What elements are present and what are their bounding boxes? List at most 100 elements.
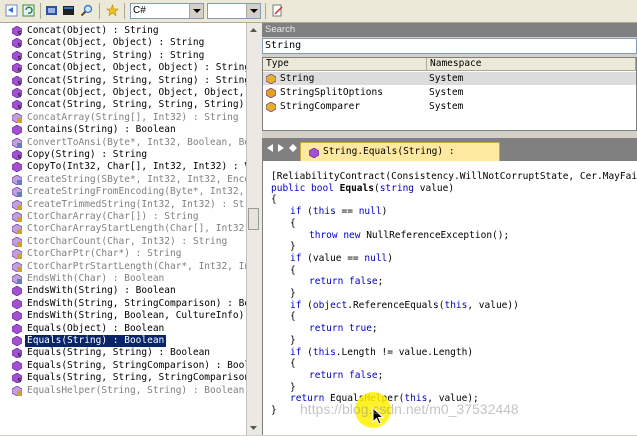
pin-icon[interactable] xyxy=(289,144,297,152)
tab-string-equals[interactable]: String.Equals(String) : Boolean xyxy=(300,142,500,175)
result-type: String xyxy=(280,73,315,84)
method-private-icon xyxy=(11,385,23,396)
code-line: } xyxy=(271,405,277,417)
method-icon xyxy=(11,335,23,347)
code-line: } xyxy=(290,335,296,347)
tree-item[interactable]: S Concat(Object, Object, Object, Object, … xyxy=(0,87,246,100)
tree-item[interactable]: S Concat(Object) : String xyxy=(0,25,246,38)
code-token: Equals xyxy=(339,182,374,194)
chevron-down-icon[interactable] xyxy=(189,4,203,18)
result-row[interactable]: StringComparer System xyxy=(263,100,636,113)
code-token: public bool xyxy=(271,182,340,194)
code-token: ; xyxy=(377,369,384,381)
tree-item[interactable]: CtorCharPtrStartLength(Char*, Int32, Int… xyxy=(0,261,246,273)
code-token: string xyxy=(379,182,415,194)
member-tree[interactable]: S Concat(Object) : String S Concat(Object, … xyxy=(0,23,247,435)
edit-icon[interactable] xyxy=(270,3,285,18)
code-token: return false xyxy=(309,369,378,381)
result-row[interactable]: StringSplitOptions System xyxy=(263,86,636,99)
tree-item[interactable]: CtorCharPtr(Char*) : String xyxy=(0,248,246,260)
tree-item[interactable]: EndsWith(String) : Boolean xyxy=(0,285,246,297)
tree-item[interactable]: Equals(Object) : Boolean xyxy=(0,323,246,335)
method-private-icon xyxy=(11,224,23,235)
tree-item-label: CtorCharPtrStartLength(Char*, Int32, Int… xyxy=(27,260,246,272)
method-static-icon: S xyxy=(11,87,23,100)
tree-item-label: Concat(Object, Object) : String xyxy=(27,37,205,49)
svg-text:S: S xyxy=(18,31,22,37)
star-icon[interactable] xyxy=(105,3,120,18)
svg-text:S: S xyxy=(18,105,22,111)
tree-item[interactable]: S Concat(String, String) : String xyxy=(0,50,246,62)
enum-icon xyxy=(265,87,277,99)
method-internal-icon xyxy=(11,273,23,285)
framework-select[interactable] xyxy=(207,3,261,19)
tree-item[interactable]: CopyTo(Int32, Char[], Int32, Int32) : Vo… xyxy=(0,161,246,173)
code-token: return true xyxy=(309,323,372,335)
language-select-value: C# xyxy=(133,5,146,16)
tree-item[interactable]: CtorCharArrayStartLength(Char[], Int32, … xyxy=(0,223,246,235)
assembly-icon[interactable] xyxy=(44,3,59,18)
tree-item-label: EqualsHelper(String, String) : Boolean xyxy=(27,384,245,396)
refresh-icon[interactable] xyxy=(21,3,36,18)
tree-item[interactable]: S Concat(Object, Object, Object) : String xyxy=(0,62,246,75)
tree-item[interactable]: CtorCharCount(Char, Int32) : String xyxy=(0,236,246,248)
tree-item[interactable]: EndsWith(String, StringComparison) : Boo… xyxy=(0,298,246,310)
tree-item[interactable]: S Copy(String) : String xyxy=(0,149,246,162)
code-token: if xyxy=(290,206,302,218)
tree-item[interactable]: CreateStringFromEncoding(Byte*, Int32, E… xyxy=(0,186,246,198)
method-static-icon: S xyxy=(11,100,23,112)
tree-item[interactable]: EndsWith(Char) : Boolean xyxy=(0,273,246,285)
tree-item-label: Copy(String) : String xyxy=(27,149,148,160)
search-input[interactable]: String xyxy=(262,38,637,54)
code-line: if (value == null) xyxy=(290,253,393,265)
back-icon[interactable] xyxy=(4,3,19,18)
terminal-icon[interactable] xyxy=(61,3,76,18)
code-token: value) xyxy=(414,182,455,194)
tree-item-label: EndsWith(String) : Boolean xyxy=(27,285,176,297)
tree-scroll-thumb[interactable] xyxy=(248,208,259,230)
method-private-icon xyxy=(11,261,23,272)
chevron-down-icon[interactable] xyxy=(246,4,260,18)
code-editor[interactable]: [ReliabilityContract(Consistency.WillNot… xyxy=(262,161,637,435)
method-private-icon xyxy=(11,236,23,248)
result-namespace: System xyxy=(429,87,464,98)
column-header-namespace[interactable]: Namespace xyxy=(427,58,636,71)
code-line: public bool Equals(string value) xyxy=(271,183,454,195)
method-icon xyxy=(11,310,23,322)
tree-item[interactable]: S Concat(String, String, String) : String xyxy=(0,75,246,87)
scroll-up-icon[interactable] xyxy=(248,25,259,36)
tree-item[interactable]: ConvertToAnsi(Byte*, Int32, Boolean, Boo… xyxy=(0,137,246,149)
method-static-icon: S xyxy=(11,25,23,38)
tree-item[interactable]: EqualsHelper(String, String) : Boolean xyxy=(0,385,246,397)
code-token: { xyxy=(290,358,296,370)
result-row[interactable]: String System xyxy=(263,72,636,85)
tree-item[interactable]: S Concat(String, String, String, String) … xyxy=(0,99,246,112)
tree-item-label: CtorCharPtr(Char*) : String xyxy=(27,248,182,260)
scroll-down-icon[interactable] xyxy=(248,422,259,433)
tree-item[interactable]: S Equals(String, String, StringComparison… xyxy=(0,372,246,385)
tree-item[interactable]: Equals(String, StringComparison) : Boole… xyxy=(0,360,246,372)
arrow-left-icon[interactable] xyxy=(266,144,274,152)
tree-item[interactable]: CreateString(SByte*, Int32, Int32, Encod… xyxy=(0,174,246,186)
column-header-type[interactable]: Type xyxy=(263,58,427,71)
tree-item[interactable]: CtorCharArray(Char[]) : String xyxy=(0,211,246,223)
search-icon[interactable] xyxy=(79,3,94,18)
code-token: return false xyxy=(309,276,378,288)
tree-item[interactable]: Equals(String) : Boolean xyxy=(0,335,246,347)
code-line: return false; xyxy=(309,276,383,288)
code-line: [ReliabilityContract(Consistency.WillNot… xyxy=(271,171,637,183)
method-private-icon xyxy=(11,248,23,260)
tree-item[interactable]: ConcatArray(String[], Int32) : String xyxy=(0,112,246,124)
tree-item[interactable]: Contains(String) : Boolean xyxy=(0,124,246,136)
tree-item[interactable]: S Concat(Object, Object) : String xyxy=(0,37,246,50)
tree-item[interactable]: CreateTrimmedString(Int32, Int32) : Stri… xyxy=(0,199,246,211)
language-select[interactable]: C# xyxy=(130,3,204,19)
arrow-right-icon[interactable] xyxy=(277,144,285,152)
pane-splitter[interactable] xyxy=(262,131,637,138)
code-token: } xyxy=(290,241,296,253)
tree-item[interactable]: EndsWith(String, Boolean, CultureInfo) :… xyxy=(0,310,246,322)
method-static-icon: S xyxy=(11,38,23,50)
tree-item[interactable]: S Equals(String, String) : Boolean xyxy=(0,347,246,360)
tree-item-label: Concat(String, String) : String xyxy=(27,49,205,61)
code-token: this xyxy=(312,206,336,218)
